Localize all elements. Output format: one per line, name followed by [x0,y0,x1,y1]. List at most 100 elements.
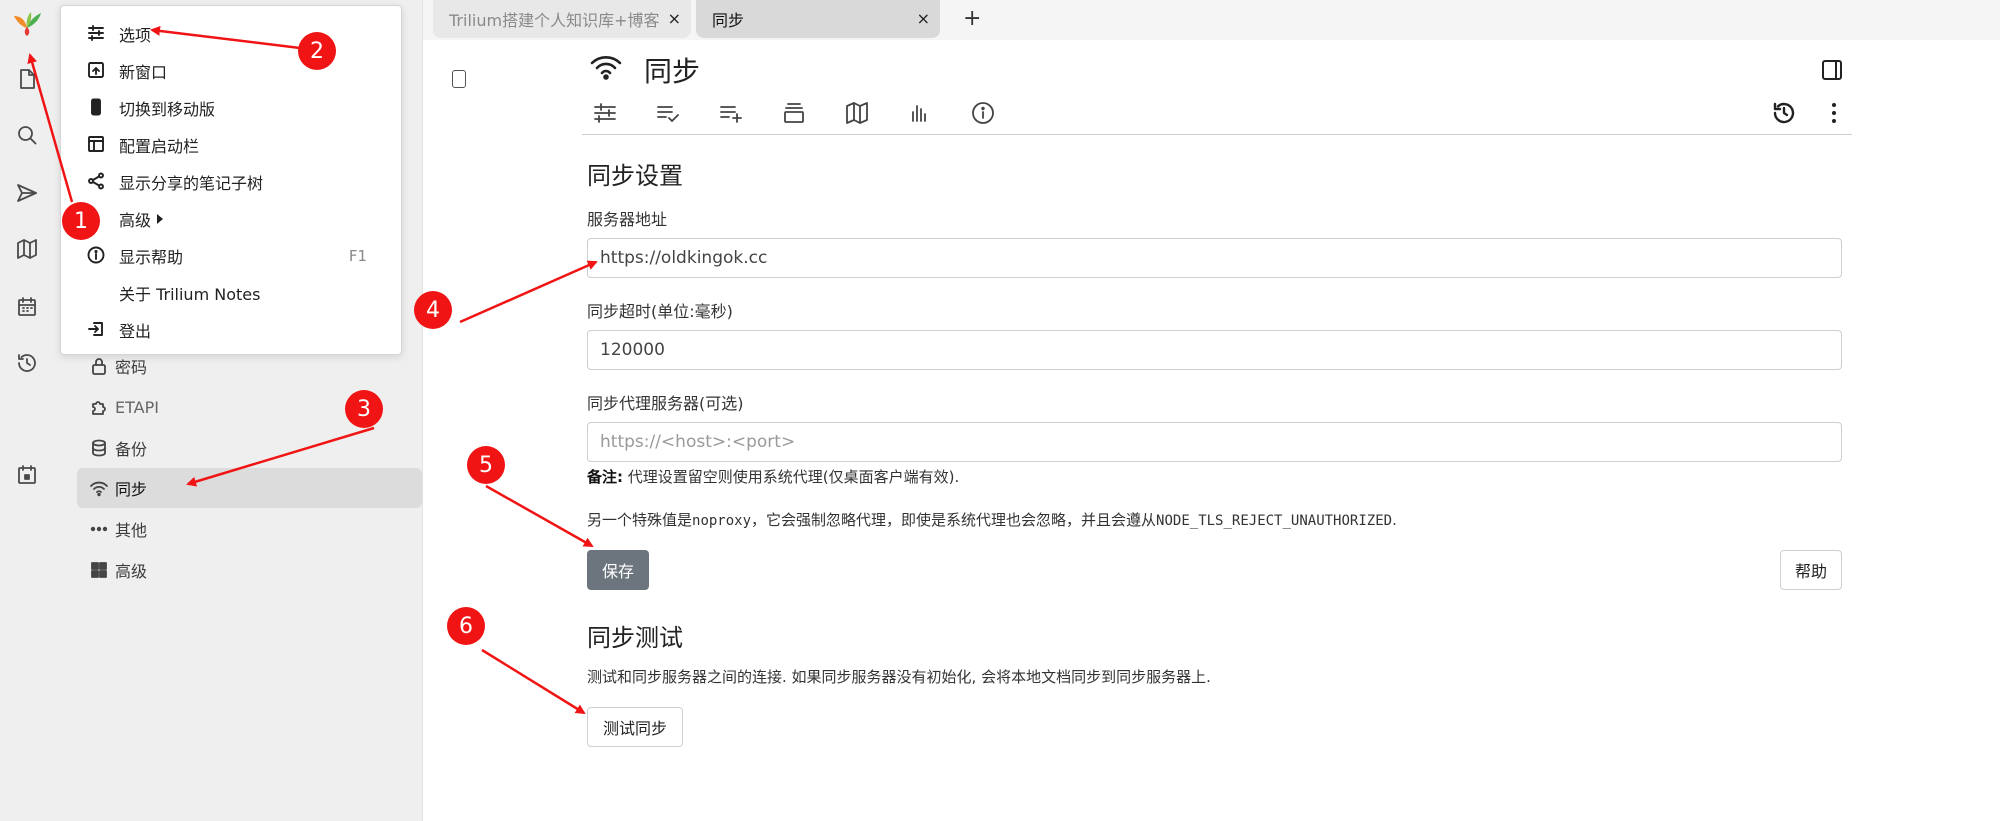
new-tab-button[interactable]: + [963,6,981,31]
calendar-icon[interactable] [12,292,42,322]
tree-item-label: 密码 [115,358,148,377]
tree-item-label: 高级 [115,562,148,581]
tree-item-label: 备份 [115,440,148,459]
server-address-input[interactable] [587,238,1842,278]
tab-title: Trilium搭建个人知识库+博客 [449,11,660,30]
tab-close-icon[interactable]: × [668,9,681,28]
info-icon [87,246,105,264]
menu-item-label: 登出 [119,321,152,341]
menu-item-shared-tree[interactable]: 显示分享的笔记子树 [61,163,401,200]
menu-item-label: 显示分享的笔记子树 [119,173,264,193]
proxy-note-bold: 备注: [587,468,623,486]
sync-settings-heading: 同步设置 [587,162,683,190]
wifi-icon[interactable] [590,52,622,80]
noproxy-note: 另一个特殊值是noproxy，它会强制忽略代理，即使是系统代理也会忽略，并且会遵… [587,509,1397,530]
test-sync-button[interactable]: 测试同步 [587,707,683,747]
noproxy-middle: ，它会强制忽略代理，即使是系统代理也会忽略，并且会遵从 [751,511,1157,529]
map-icon[interactable] [844,100,870,126]
mobile-icon [87,98,105,116]
sync-timeout-label: 同步超时(单位:毫秒) [587,302,733,321]
menu-item-new-window[interactable]: 新窗口 [61,52,401,89]
proxy-note-text: 代理设置留空则使用系统代理(仅桌面客户端有效). [623,468,960,486]
annotation-badge-4: 4 [414,291,452,329]
menu-item-label: 配置启动栏 [119,136,200,156]
annotation-badge-3: 3 [345,390,383,428]
tree-item-label: 同步 [115,480,148,499]
checklist-icon[interactable] [655,100,681,126]
noproxy-suffix: . [1392,511,1397,529]
tree-item-backup[interactable]: 备份 [77,428,422,468]
note-title[interactable]: 同步 [644,50,700,90]
menu-item-label: 新窗口 [119,62,168,82]
info-icon[interactable] [970,100,996,126]
grid-icon [89,560,109,580]
tree-item-advanced[interactable]: 高级 [77,550,422,590]
menu-item-label: 切换到移动版 [119,99,216,119]
menu-item-label: 选项 [119,25,152,45]
menu-item-mobile[interactable]: 切换到移动版 [61,89,401,126]
search-icon[interactable] [12,120,42,150]
noproxy-prefix: 另一个特殊值是 [587,511,693,529]
tab-close-icon[interactable]: × [917,9,930,28]
tab-trilium-blog[interactable]: Trilium搭建个人知识库+博客 × [433,0,691,38]
annotation-badge-2: 2 [298,32,336,70]
stack-icon[interactable] [781,100,807,126]
menu-item-about[interactable]: 关于 Trilium Notes [61,274,401,311]
submenu-arrow-icon [157,213,164,224]
sync-proxy-label: 同步代理服务器(可选) [587,394,744,413]
sync-timeout-input[interactable] [587,330,1842,370]
bar-chart-icon[interactable] [907,100,933,126]
database-icon [89,438,109,458]
list-add-icon[interactable] [718,100,744,126]
server-address-label: 服务器地址 [587,210,668,229]
tree-item-label: 其他 [115,521,148,540]
noproxy-code: noproxy [692,513,752,529]
collapse-tree-icon[interactable] [452,70,466,88]
annotation-badge-6: 6 [447,607,485,645]
tab-sync[interactable]: 同步 × [696,0,940,38]
menu-item-options[interactable]: 选项 [61,15,401,52]
menu-item-label: 显示帮助 [119,247,184,267]
tree-item-label: ETAPI [115,397,159,417]
map-icon[interactable] [12,234,42,264]
trilium-logo-icon[interactable] [12,6,42,36]
new-note-icon[interactable] [12,64,42,94]
menu-item-help[interactable]: 显示帮助 F1 [61,237,401,274]
help-button[interactable]: 帮助 [1780,550,1842,590]
dots-icon [89,519,109,539]
menu-item-label: 关于 Trilium Notes [119,284,261,304]
sliders-icon [87,24,105,42]
share-icon [87,172,105,190]
menu-item-launchbar[interactable]: 配置启动栏 [61,126,401,163]
annotation-badge-5: 5 [467,446,505,484]
more-options-icon[interactable] [1821,100,1847,126]
launchbar-icon [87,135,105,153]
global-menu: 选项 新窗口 切换到移动版 配置启动栏 显示分享的笔记子树 高级 显示帮助 F1… [60,5,402,355]
today-icon[interactable] [12,460,42,490]
ribbon-divider [582,134,1852,135]
note-history-icon[interactable] [1771,100,1797,126]
logout-icon [87,320,105,338]
new-window-icon [87,61,105,79]
menu-item-advanced[interactable]: 高级 [61,200,401,237]
history-icon[interactable] [12,348,42,378]
save-button[interactable]: 保存 [587,550,649,590]
menu-item-label: 高级 [119,210,152,230]
tree-item-other[interactable]: 其他 [77,509,422,549]
menu-item-logout[interactable]: 登出 [61,311,401,348]
sync-test-description: 测试和同步服务器之间的连接. 如果同步服务器没有初始化, 会将本地文档同步到同步… [587,668,1211,686]
tab-title: 同步 [712,11,745,30]
lock-icon [89,356,109,376]
proxy-note: 备注: 代理设置留空则使用系统代理(仅桌面客户端有效). [587,466,959,487]
send-icon[interactable] [12,178,42,208]
tab-bar: Trilium搭建个人知识库+博客 × 同步 × + [423,0,2000,40]
env-var-code: NODE_TLS_REJECT_UNAUTHORIZED [1156,513,1393,529]
puzzle-icon [89,397,109,417]
sliders-icon[interactable] [592,100,618,126]
right-pane-toggle-icon[interactable] [1822,60,1842,80]
annotation-badge-1: 1 [62,202,100,240]
tree-item-sync[interactable]: 同步 [77,468,422,508]
shortcut-label: F1 [348,246,367,265]
sync-test-heading: 同步测试 [587,624,683,652]
sync-proxy-input[interactable] [587,422,1842,462]
